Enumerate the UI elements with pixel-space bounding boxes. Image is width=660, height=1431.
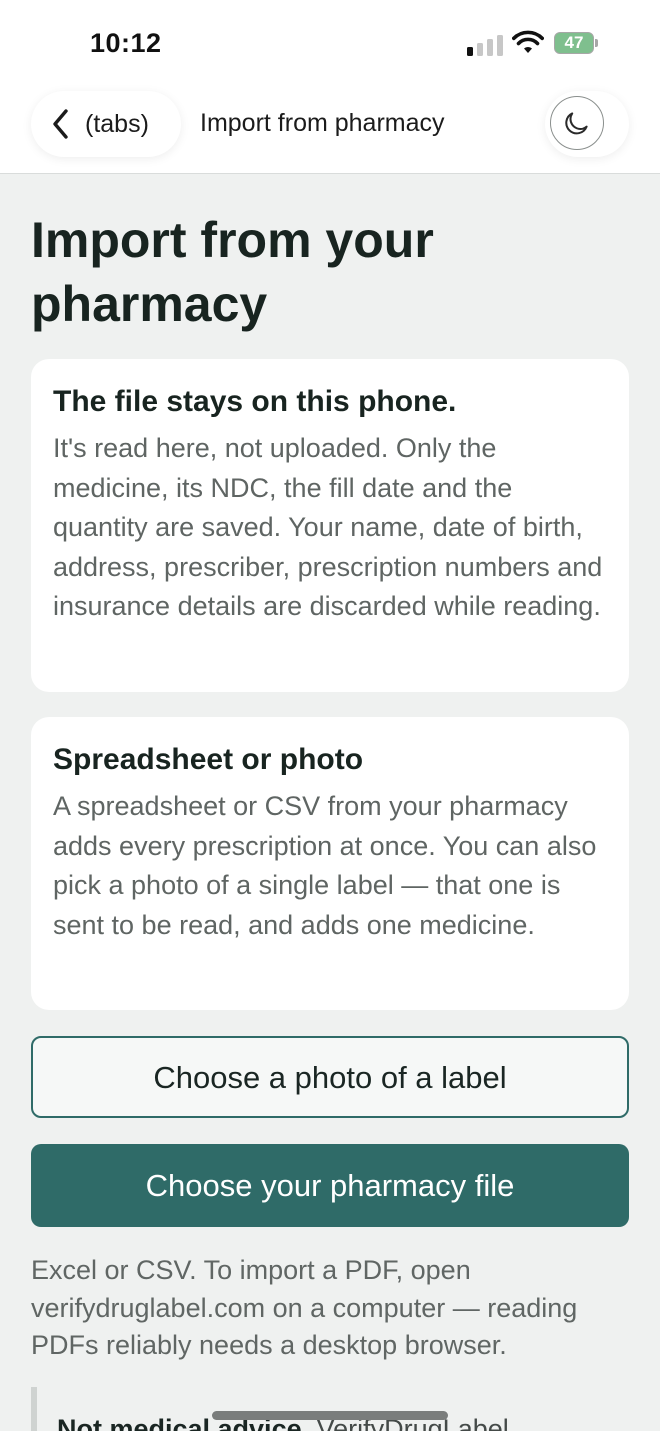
battery-percent: 47 [564, 33, 584, 52]
medical-disclaimer: Not medical advice. VerifyDrugLabel [31, 1387, 631, 1431]
screen: 10:12 47 (tabs) Import from pharmacy Imp… [0, 0, 660, 1431]
privacy-card: The file stays on this phone. It's read … [31, 359, 629, 692]
home-indicator[interactable] [212, 1411, 448, 1420]
page-title: Import from your pharmacy [31, 212, 434, 332]
moon-icon [565, 112, 588, 135]
wifi-icon [512, 30, 544, 53]
spreadsheet-card-body: A spreadsheet or CSV from your pharmacy … [53, 791, 597, 940]
file-format-hint: Excel or CSV. To import a PDF, open veri… [31, 1255, 578, 1360]
chevron-left-icon [53, 109, 68, 139]
back-button-label: (tabs) [85, 110, 149, 138]
choose-pharmacy-file-button[interactable]: Choose your pharmacy file [31, 1144, 629, 1227]
back-button[interactable]: (tabs) [31, 91, 181, 157]
spreadsheet-card: Spreadsheet or photo A spreadsheet or CS… [31, 717, 629, 1010]
status-time: 10:12 [90, 28, 162, 58]
spreadsheet-card-heading: Spreadsheet or photo [53, 743, 364, 776]
nav-title: Import from pharmacy [200, 109, 445, 137]
top-bar: 10:12 47 (tabs) Import from pharmacy [0, 0, 660, 174]
cellular-signal-icon [467, 34, 507, 56]
choose-photo-button[interactable]: Choose a photo of a label [31, 1036, 629, 1118]
battery-icon: 47 [554, 32, 598, 56]
theme-toggle-button[interactable] [545, 91, 629, 157]
privacy-card-heading: The file stays on this phone. [53, 385, 457, 418]
privacy-card-body: It's read here, not uploaded. Only the m… [53, 433, 603, 621]
